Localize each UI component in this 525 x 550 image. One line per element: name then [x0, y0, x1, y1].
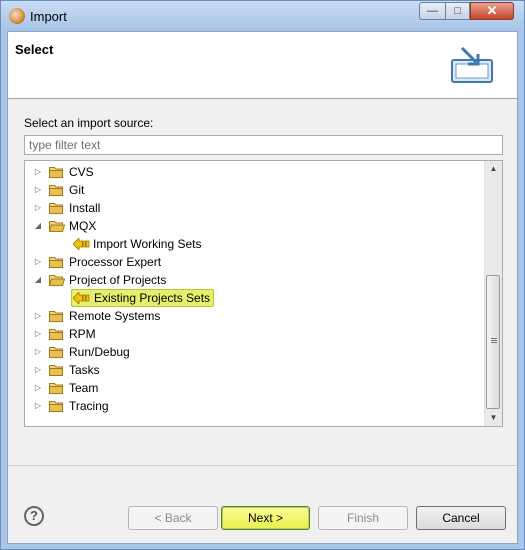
page-title: Select — [15, 42, 54, 57]
tree-item[interactable]: ◢ MQX — [25, 217, 485, 235]
thumb-grip-line — [491, 340, 497, 341]
eclipse-app-icon — [9, 8, 25, 24]
tree-item[interactable]: ◢ Project of Projects — [25, 271, 485, 289]
next-button[interactable]: Next > — [221, 506, 310, 530]
folder-icon — [49, 365, 63, 376]
tree-item-label: Processor Expert — [69, 255, 162, 269]
tree-item-label: MQX — [69, 219, 97, 233]
window-title: Import — [30, 9, 67, 24]
selected-tree-item-label: Existing Projects Sets — [71, 289, 215, 307]
tree-item[interactable]: ▷ Run/Debug — [25, 343, 485, 361]
scroll-up-arrow-icon[interactable]: ▲ — [485, 161, 502, 177]
tree-item[interactable]: ▷ Tasks — [25, 361, 485, 379]
back-button[interactable]: < Back — [128, 506, 218, 530]
folder-icon — [49, 203, 63, 214]
collapsed-arrow-icon[interactable]: ▷ — [33, 401, 43, 411]
import-dialog: Import — □ ✕ Select Select an import sou… — [0, 0, 525, 550]
scroll-thumb[interactable] — [486, 275, 500, 409]
collapsed-arrow-icon[interactable]: ▷ — [33, 203, 43, 213]
help-icon[interactable]: ? — [24, 506, 44, 526]
tree-item[interactable]: ▷ Tracing — [25, 397, 485, 415]
tree-item-label: Project of Projects — [69, 273, 167, 287]
collapsed-arrow-icon[interactable]: ▷ — [33, 185, 43, 195]
tree-item-label: Remote Systems — [69, 309, 161, 323]
scroll-down-arrow-icon[interactable]: ▼ — [485, 410, 502, 426]
folder-icon — [49, 311, 63, 322]
tree-item-label: Install — [69, 201, 101, 215]
tree-item-label: Import Working Sets — [93, 237, 202, 251]
tree-item[interactable]: Existing Projects Sets — [25, 289, 485, 307]
wizard-arrow-icon — [73, 292, 90, 304]
folder-icon — [49, 221, 65, 232]
collapsed-arrow-icon[interactable]: ▷ — [33, 383, 43, 393]
tree-item[interactable]: ▷ Team — [25, 379, 485, 397]
close-button[interactable]: ✕ — [470, 2, 514, 20]
folder-icon — [49, 275, 65, 286]
tree-item-label: Git — [69, 183, 85, 197]
folder-icon — [49, 167, 63, 178]
wizard-body: Select an import source: ▷ CVS ▷ Git ▷ Instal… — [8, 99, 517, 465]
tree-item[interactable]: ▷ Remote Systems — [25, 307, 485, 325]
wizard-header: Select — [8, 32, 517, 99]
minimize-button[interactable]: — — [419, 2, 445, 20]
tree-item-label: Run/Debug — [69, 345, 130, 359]
collapsed-arrow-icon[interactable]: ▷ — [33, 329, 43, 339]
folder-icon — [49, 329, 63, 340]
thumb-grip-line — [491, 342, 497, 343]
wizard-arrow-icon — [73, 238, 90, 250]
import-source-tree[interactable]: ▷ CVS ▷ Git ▷ Install ◢ MQX Import Working Sets ▷… — [24, 160, 503, 427]
thumb-grip-line — [491, 338, 497, 339]
tree-item[interactable]: Import Working Sets — [25, 235, 485, 253]
expanded-arrow-icon[interactable]: ◢ — [33, 221, 43, 231]
tree-item[interactable]: ▷ Install — [25, 199, 485, 217]
folder-icon — [49, 257, 63, 268]
folder-icon — [49, 185, 63, 196]
folder-icon — [49, 347, 63, 358]
tree-item[interactable]: ▷ Processor Expert — [25, 253, 485, 271]
finish-button[interactable]: Finish — [318, 506, 408, 530]
folder-icon — [49, 383, 63, 394]
import-wizard-icon — [451, 46, 493, 83]
tree-item[interactable]: ▷ RPM — [25, 325, 485, 343]
tree-item[interactable]: ▷ Git — [25, 181, 485, 199]
collapsed-arrow-icon[interactable]: ▷ — [33, 311, 43, 321]
tree-item-label: CVS — [69, 165, 94, 179]
title-bar[interactable]: Import — □ ✕ — [1, 1, 524, 31]
expanded-arrow-icon[interactable]: ◢ — [33, 275, 43, 285]
collapsed-arrow-icon[interactable]: ▷ — [33, 167, 43, 177]
collapsed-arrow-icon[interactable]: ▷ — [33, 365, 43, 375]
collapsed-arrow-icon[interactable]: ▷ — [33, 257, 43, 267]
button-bar: ? < Back Next > Finish Cancel — [8, 465, 517, 544]
cancel-button[interactable]: Cancel — [416, 506, 506, 530]
tree-item-label: RPM — [69, 327, 96, 341]
maximize-button[interactable]: □ — [445, 2, 470, 20]
filter-input[interactable] — [24, 135, 503, 155]
folder-icon — [49, 401, 63, 412]
tree-item-label: Tasks — [69, 363, 100, 377]
import-source-label: Select an import source: — [24, 116, 154, 130]
tree-item-label: Team — [69, 381, 99, 395]
collapsed-arrow-icon[interactable]: ▷ — [33, 347, 43, 357]
tree-item-label: Tracing — [69, 399, 109, 413]
tree-item[interactable]: ▷ CVS — [25, 163, 485, 181]
dialog-client-area: Select Select an import source: ▷ CVS ▷ Git… — [7, 31, 518, 544]
vertical-scrollbar[interactable]: ▲ ▼ — [484, 161, 502, 426]
